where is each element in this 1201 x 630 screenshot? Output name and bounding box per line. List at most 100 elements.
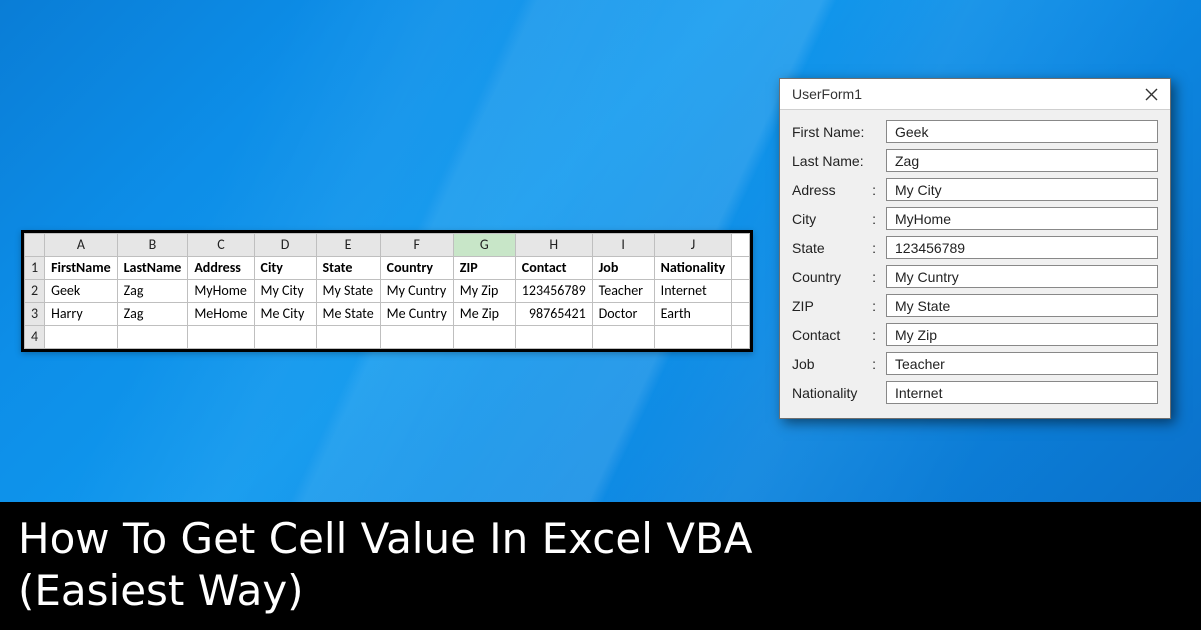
cell[interactable]: Zag [117,303,188,326]
label-city: City: [792,211,878,227]
cell[interactable]: My City [254,280,316,303]
label-first-name: First Name: [792,124,878,140]
cell[interactable]: FirstName [45,257,118,280]
data-row: 3 Harry Zag MeHome Me City Me State Me C… [25,303,750,326]
input-zip[interactable] [886,294,1158,317]
cell[interactable]: Harry [45,303,118,326]
cell[interactable]: City [254,257,316,280]
label-country: Country: [792,269,878,285]
cell[interactable]: Internet [654,280,732,303]
row-2[interactable]: 2 [25,280,45,303]
cell[interactable] [515,326,592,349]
close-icon[interactable] [1142,85,1160,103]
cell[interactable]: My Zip [453,280,515,303]
cell[interactable]: Nationality [654,257,732,280]
userform-titlebar[interactable]: UserForm1 [780,79,1170,110]
cell[interactable]: Earth [654,303,732,326]
row-4[interactable]: 4 [25,326,45,349]
cell[interactable] [45,326,118,349]
field-city: City: [792,207,1158,230]
input-job[interactable] [886,352,1158,375]
col-F[interactable]: F [380,234,453,257]
cell[interactable] [117,326,188,349]
input-nationality[interactable] [886,381,1158,404]
label-job: Job: [792,356,878,372]
cell[interactable]: 123456789 [515,280,592,303]
cell[interactable]: ZIP [453,257,515,280]
cell[interactable] [380,326,453,349]
cell[interactable]: MyHome [188,280,254,303]
userform-title: UserForm1 [792,86,862,102]
cell[interactable] [453,326,515,349]
title-banner: How To Get Cell Value In Excel VBA (Easi… [0,502,1201,630]
col-B[interactable]: B [117,234,188,257]
cell[interactable] [654,326,732,349]
cell[interactable]: State [316,257,380,280]
banner-line-2: (Easiest Way) [18,565,1183,618]
col-J[interactable]: J [654,234,732,257]
select-all-corner[interactable] [25,234,45,257]
col-C[interactable]: C [188,234,254,257]
userform-window: UserForm1 First Name: Last Name: Adress:… [779,78,1171,419]
cell[interactable]: My State [316,280,380,303]
input-last-name[interactable] [886,149,1158,172]
cell[interactable]: Teacher [592,280,654,303]
cell[interactable]: MeHome [188,303,254,326]
cell[interactable] [316,326,380,349]
col-extra [732,234,750,257]
col-G[interactable]: G [453,234,515,257]
label-state: State: [792,240,878,256]
cell[interactable]: Contact [515,257,592,280]
cell[interactable]: Doctor [592,303,654,326]
input-first-name[interactable] [886,120,1158,143]
input-country[interactable] [886,265,1158,288]
data-row: 2 Geek Zag MyHome My City My State My Cu… [25,280,750,303]
row-1[interactable]: 1 [25,257,45,280]
col-E[interactable]: E [316,234,380,257]
spreadsheet-grid[interactable]: A B C D E F G H I J 1 FirstName LastName… [24,233,750,349]
field-state: State: [792,236,1158,259]
field-job: Job: [792,352,1158,375]
input-address[interactable] [886,178,1158,201]
cell[interactable] [732,303,750,326]
field-contact: Contact: [792,323,1158,346]
cell[interactable] [592,326,654,349]
label-contact: Contact: [792,327,878,343]
column-header-row: A B C D E F G H I J [25,234,750,257]
label-last-name: Last Name: [792,153,878,169]
cell[interactable] [188,326,254,349]
cell[interactable]: My Cuntry [380,280,453,303]
field-nationality: Nationality [792,381,1158,404]
field-last-name: Last Name: [792,149,1158,172]
cell[interactable]: Address [188,257,254,280]
label-address: Adress: [792,182,878,198]
label-nationality: Nationality [792,385,878,401]
cell[interactable]: Me State [316,303,380,326]
cell[interactable]: 98765421 [515,303,592,326]
col-H[interactable]: H [515,234,592,257]
cell[interactable]: Me Zip [453,303,515,326]
cell[interactable]: Job [592,257,654,280]
spreadsheet-window: A B C D E F G H I J 1 FirstName LastName… [21,230,753,352]
cell[interactable]: LastName [117,257,188,280]
cell[interactable] [254,326,316,349]
input-state[interactable] [886,236,1158,259]
cell[interactable] [732,326,750,349]
field-first-name: First Name: [792,120,1158,143]
col-A[interactable]: A [45,234,118,257]
cell[interactable]: Me City [254,303,316,326]
cell[interactable]: Zag [117,280,188,303]
field-zip: ZIP: [792,294,1158,317]
input-contact[interactable] [886,323,1158,346]
input-city[interactable] [886,207,1158,230]
cell[interactable]: Me Cuntry [380,303,453,326]
cell[interactable]: Country [380,257,453,280]
label-zip: ZIP: [792,298,878,314]
row-3[interactable]: 3 [25,303,45,326]
cell[interactable] [732,280,750,303]
cell[interactable]: Geek [45,280,118,303]
col-D[interactable]: D [254,234,316,257]
banner-line-1: How To Get Cell Value In Excel VBA [18,513,1183,566]
cell[interactable] [732,257,750,280]
col-I[interactable]: I [592,234,654,257]
